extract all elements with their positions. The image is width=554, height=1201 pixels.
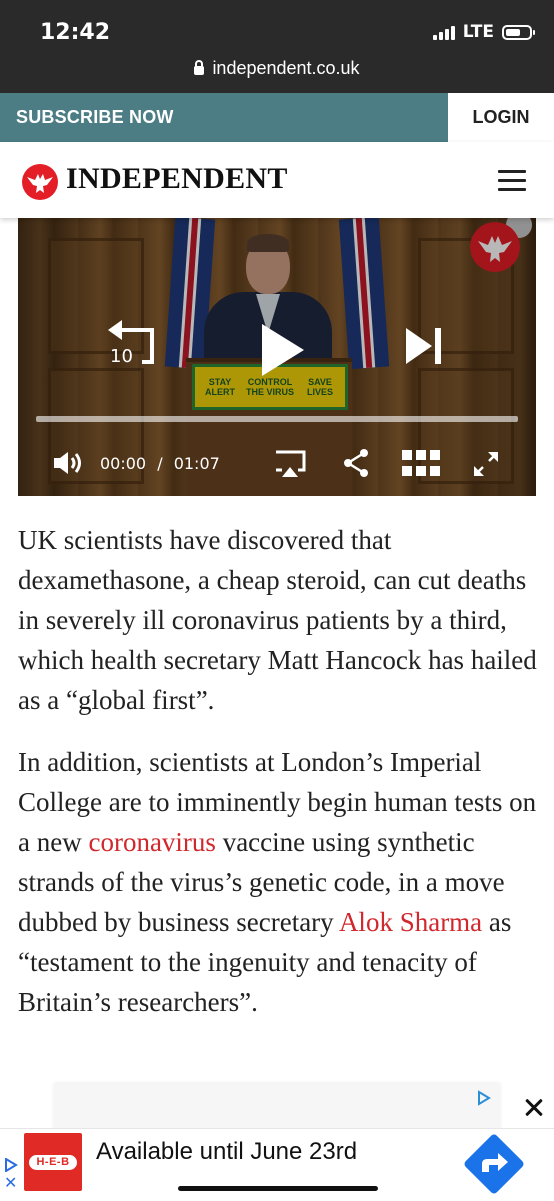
adchoices-icon[interactable] xyxy=(4,1158,18,1172)
heb-logo-text: H-E-B xyxy=(29,1155,77,1170)
signal-icon xyxy=(432,24,455,40)
masthead: INDEPENDENT xyxy=(0,142,554,218)
current-time: 00:00 xyxy=(100,454,147,473)
adchoices-icon[interactable] xyxy=(476,1090,492,1106)
time-display: 00:00 / 01:07 xyxy=(100,454,220,473)
directions-arrow-icon[interactable] xyxy=(462,1132,526,1196)
battery-icon xyxy=(502,24,535,40)
duration: 01:07 xyxy=(173,454,220,473)
status-time: 12:42 xyxy=(40,20,111,45)
home-indicator xyxy=(178,1186,378,1191)
status-bar: 12:42 LTE independent.co.uk xyxy=(0,0,554,93)
hamburger-menu-icon[interactable] xyxy=(498,170,526,192)
login-button[interactable]: LOGIN xyxy=(448,93,554,142)
close-icon[interactable] xyxy=(514,1088,554,1128)
eagle-logo-icon[interactable] xyxy=(22,164,58,200)
ad-slot xyxy=(54,1084,500,1134)
url-text: independent.co.uk xyxy=(212,58,360,78)
lock-icon xyxy=(194,60,205,75)
play-icon[interactable] xyxy=(258,322,308,378)
site-logo-text[interactable]: INDEPENDENT xyxy=(66,162,288,196)
network-type: LTE xyxy=(462,22,494,42)
address-bar[interactable]: independent.co.uk xyxy=(0,58,554,79)
ad-dismiss-icon[interactable]: ✕ xyxy=(4,1176,17,1192)
coronavirus-link[interactable]: coronavirus xyxy=(88,827,215,857)
time-separator: / xyxy=(157,454,163,473)
subscribe-bar: SUBSCRIBE NOW LOGIN xyxy=(0,93,554,142)
skip-next-icon[interactable] xyxy=(404,326,444,366)
video-player[interactable]: STAY ALERT CONTROL THE VIRUS SAVE LIVES … xyxy=(18,218,536,496)
article-paragraph: In addition, scientists at London’s Impe… xyxy=(18,742,542,1022)
article-paragraph: UK scientists have discovered that dexam… xyxy=(18,525,537,715)
share-icon[interactable] xyxy=(342,448,370,478)
replay-seconds-label: 10 xyxy=(110,346,133,367)
airplay-icon[interactable] xyxy=(274,450,306,478)
fullscreen-icon[interactable] xyxy=(472,450,500,478)
alok-sharma-link[interactable]: Alok Sharma xyxy=(339,907,482,937)
ad-headline[interactable]: Available until June 23rd xyxy=(96,1138,357,1166)
volume-icon[interactable] xyxy=(52,450,84,476)
grid-icon[interactable] xyxy=(402,450,440,476)
subscribe-button[interactable]: SUBSCRIBE NOW xyxy=(0,93,448,142)
status-indicators: LTE xyxy=(432,22,535,42)
article-body: UK scientists have discovered that dexam… xyxy=(18,520,542,1044)
progress-bar[interactable] xyxy=(36,416,518,422)
